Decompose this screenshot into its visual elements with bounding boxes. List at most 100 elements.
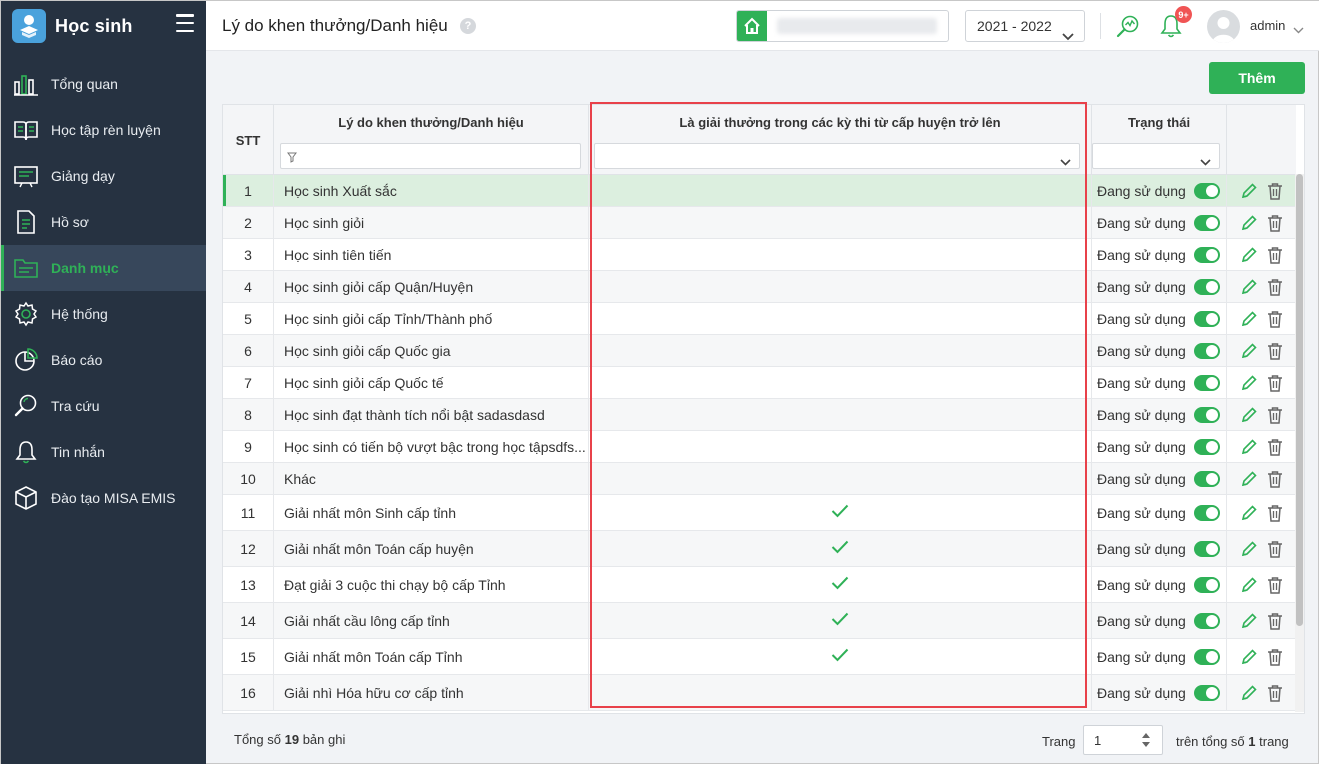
status-toggle[interactable] — [1194, 438, 1220, 455]
edit-icon[interactable] — [1239, 437, 1259, 457]
edit-icon[interactable] — [1239, 373, 1259, 393]
edit-icon[interactable] — [1239, 539, 1259, 559]
status-toggle[interactable] — [1194, 684, 1220, 701]
trash-icon[interactable] — [1265, 309, 1285, 329]
table-row[interactable]: 11 Giải nhất môn Sinh cấp tỉnh Đang sử dụn… — [223, 495, 1296, 531]
edit-icon[interactable] — [1239, 181, 1259, 201]
status-toggle[interactable] — [1194, 278, 1220, 295]
trash-icon[interactable] — [1265, 181, 1285, 201]
edit-icon[interactable] — [1239, 469, 1259, 489]
table-row[interactable]: 4 Học sinh giỏi cấp Quận/Huyện Đang sử dụn… — [223, 271, 1296, 303]
app-window: Học sinh Tổng quan Học tập rèn luyện Giảng… — [0, 0, 1319, 764]
status-toggle[interactable] — [1194, 504, 1220, 521]
status-toggle[interactable] — [1194, 470, 1220, 487]
table-row[interactable]: 6 Học sinh giỏi cấp Quốc gia Đang sử dụng — [223, 335, 1296, 367]
table-row[interactable]: 10 Khác Đang sử dụng — [223, 463, 1296, 495]
sidebar-item-label: Tin nhắn — [51, 444, 105, 460]
sidebar-item-10[interactable]: Đào tạo MISA EMIS — [1, 475, 206, 521]
trash-icon[interactable] — [1265, 539, 1285, 559]
row-name: Học sinh giỏi — [274, 207, 589, 238]
trash-icon[interactable] — [1265, 405, 1285, 425]
row-actions — [1227, 303, 1296, 334]
status-toggle[interactable] — [1194, 648, 1220, 665]
scrollbar-thumb[interactable] — [1296, 174, 1303, 626]
sidebar-item-8[interactable]: Tra cứu — [1, 383, 206, 429]
edit-icon[interactable] — [1239, 405, 1259, 425]
edit-icon[interactable] — [1239, 611, 1259, 631]
row-actions — [1227, 639, 1296, 674]
sidebar-item-5[interactable]: Danh mục — [1, 245, 206, 291]
user-name[interactable]: admin — [1250, 18, 1285, 33]
school-year-select[interactable]: 2021 - 2022 — [965, 10, 1085, 42]
school-selector[interactable] — [736, 10, 949, 42]
trash-icon[interactable] — [1265, 611, 1285, 631]
edit-icon[interactable] — [1239, 575, 1259, 595]
table-row[interactable]: 1 Học sinh Xuất sắc Đang sử dụng — [223, 175, 1296, 207]
trash-icon[interactable] — [1265, 683, 1285, 703]
table-row[interactable]: 7 Học sinh giỏi cấp Quốc tế Đang sử dụng — [223, 367, 1296, 399]
table-row[interactable]: 12 Giải nhất môn Toán cấp huyện Đang sử dụ… — [223, 531, 1296, 567]
avatar[interactable] — [1207, 10, 1240, 43]
status-toggle[interactable] — [1194, 540, 1220, 557]
status-toggle[interactable] — [1194, 576, 1220, 593]
row-status: Đang sử dụng — [1092, 675, 1227, 710]
status-text: Đang sử dụng — [1097, 684, 1186, 701]
menu-toggle-icon[interactable] — [176, 14, 194, 32]
edit-icon[interactable] — [1239, 341, 1259, 361]
row-status: Đang sử dụng — [1092, 271, 1227, 302]
status-toggle[interactable] — [1194, 612, 1220, 629]
sidebar-item-9[interactable]: Tin nhắn — [1, 429, 206, 475]
table-row[interactable]: 3 Học sinh tiên tiến Đang sử dụng — [223, 239, 1296, 271]
table-row[interactable]: 9 Học sinh có tiến bộ vượt bậc trong học … — [223, 431, 1296, 463]
status-toggle[interactable] — [1194, 182, 1220, 199]
status-toggle[interactable] — [1194, 214, 1220, 231]
trash-icon[interactable] — [1265, 245, 1285, 265]
status-toggle[interactable] — [1194, 374, 1220, 391]
sidebar-item-6[interactable]: Hệ thống — [1, 291, 206, 337]
trash-icon[interactable] — [1265, 575, 1285, 595]
sidebar-item-2[interactable]: Học tập rèn luyện — [1, 107, 206, 153]
sidebar-item-7[interactable]: Báo cáo — [1, 337, 206, 383]
trash-icon[interactable] — [1265, 213, 1285, 233]
sidebar-item-3[interactable]: Giảng dạy — [1, 153, 206, 199]
help-icon[interactable]: ? — [460, 18, 476, 34]
status-filter-select[interactable] — [1092, 143, 1220, 169]
edit-icon[interactable] — [1239, 647, 1259, 667]
page-stepper-icon[interactable] — [1140, 730, 1152, 750]
table-scrollbar[interactable] — [1295, 174, 1304, 712]
edit-icon[interactable] — [1239, 503, 1259, 523]
trash-icon[interactable] — [1265, 277, 1285, 297]
table-row[interactable]: 8 Học sinh đạt thành tích nổi bật sadasda… — [223, 399, 1296, 431]
activity-search-icon[interactable] — [1114, 12, 1142, 40]
table-row[interactable]: 14 Giải nhất cầu lông cấp tỉnh Đang sử dụn… — [223, 603, 1296, 639]
trash-icon[interactable] — [1265, 437, 1285, 457]
edit-icon[interactable] — [1239, 213, 1259, 233]
trash-icon[interactable] — [1265, 341, 1285, 361]
sidebar-item-1[interactable]: Tổng quan — [1, 61, 206, 107]
trash-icon[interactable] — [1265, 469, 1285, 489]
edit-icon[interactable] — [1239, 245, 1259, 265]
award-filter-select[interactable] — [594, 143, 1080, 169]
table-row[interactable]: 5 Học sinh giỏi cấp Tỉnh/Thành phố Đang sử… — [223, 303, 1296, 335]
edit-icon[interactable] — [1239, 309, 1259, 329]
status-toggle[interactable] — [1194, 310, 1220, 327]
table-row[interactable]: 13 Đạt giải 3 cuộc thi chạy bộ cấp Tỉnh Đa… — [223, 567, 1296, 603]
sidebar-nav: Tổng quan Học tập rèn luyện Giảng dạy Hồ sơ… — [1, 61, 206, 521]
name-filter-input[interactable] — [280, 143, 581, 169]
status-toggle[interactable] — [1194, 406, 1220, 423]
table-row[interactable]: 2 Học sinh giỏi Đang sử dụng — [223, 207, 1296, 239]
sidebar-item-4[interactable]: Hồ sơ — [1, 199, 206, 245]
edit-icon[interactable] — [1239, 683, 1259, 703]
status-toggle[interactable] — [1194, 342, 1220, 359]
trash-icon[interactable] — [1265, 373, 1285, 393]
add-button[interactable]: Thêm — [1209, 62, 1305, 94]
table-row[interactable]: 15 Giải nhất môn Toán cấp Tỉnh Đang sử dụn… — [223, 639, 1296, 675]
chevron-down-icon[interactable] — [1293, 21, 1304, 37]
edit-icon[interactable] — [1239, 277, 1259, 297]
trash-icon[interactable] — [1265, 503, 1285, 523]
status-text: Đang sử dụng — [1097, 214, 1186, 231]
trash-icon[interactable] — [1265, 647, 1285, 667]
table-row[interactable]: 16 Giải nhì Hóa hữu cơ cấp tỉnh Đang sử dụ… — [223, 675, 1296, 711]
notification-badge: 9+ — [1175, 6, 1192, 23]
status-toggle[interactable] — [1194, 246, 1220, 263]
